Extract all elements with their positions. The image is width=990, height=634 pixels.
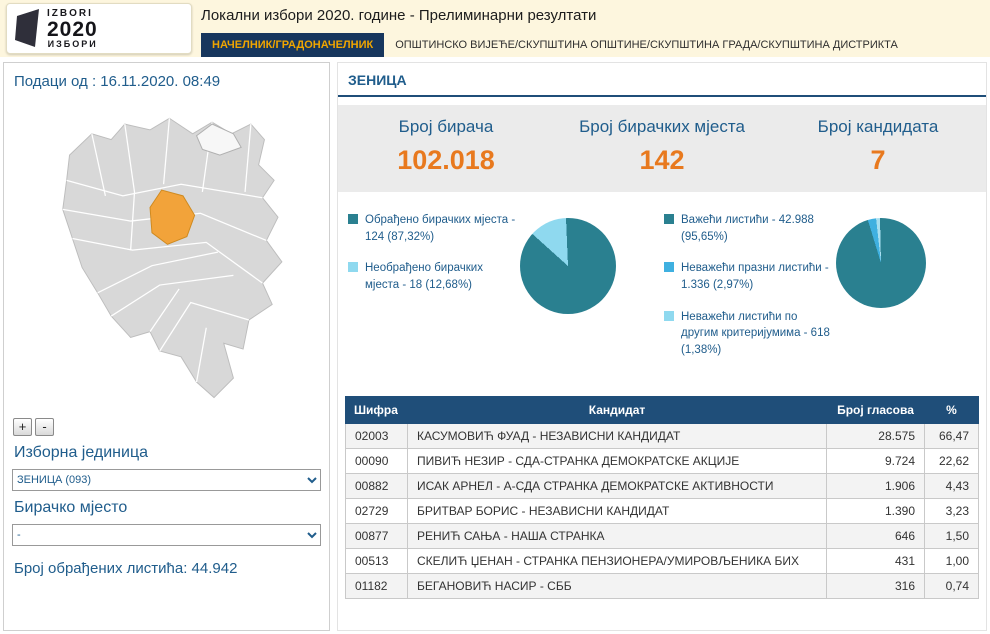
legend-item: Необрађено бирачких мјеста - 18 (12,68%) (348, 260, 520, 293)
ballots-processed-label: Број обрађених листића: 44.942 (14, 560, 321, 577)
table-row: 01182 БЕГАНОВИЋ НАСИР - СББ 316 0,74 (346, 573, 979, 598)
header-percent: % (925, 396, 979, 423)
legend-text: Неважећи листићи по другим критеријумима… (681, 309, 836, 359)
country-outline (63, 118, 282, 397)
header-votes: Број гласова (827, 396, 925, 423)
results-panel: ЗЕНИЦА Број бирача 102.018 Број бирачких… (337, 62, 987, 631)
electoral-unit-select[interactable]: ЗЕНИЦА (093) (12, 469, 321, 491)
table-row: 00513 СКЕЛИЋ ЏЕНАН - СТРАНКА ПЕНЗИОНЕРА/… (346, 548, 979, 573)
legend-text: Важећи листићи - 42.988 (95,65%) (681, 212, 836, 245)
content: Подаци од : 16.11.2020. 08:49 (0, 57, 990, 634)
legend-item: Обрађено бирачких мјеста - 124 (87,32%) (348, 212, 520, 245)
cell-votes: 646 (827, 523, 925, 548)
cell-code: 00513 (346, 548, 408, 573)
zoom-out-button[interactable]: - (35, 418, 54, 436)
table-row: 00882 ИСАК АРНЕЛ - А-СДА СТРАНКА ДЕМОКРА… (346, 473, 979, 498)
legend-item: Неважећи празни листићи - 1.336 (2,97%) (664, 260, 836, 293)
ballots-pie-chart (836, 218, 926, 308)
table-header-row: Шифра Кандидат Број гласова % (346, 396, 979, 423)
ballots-chart: Важећи листићи - 42.988 (95,65%) Неважећ… (664, 212, 980, 374)
stat-voters-value: 102.018 (338, 145, 554, 176)
stats-bar: Број бирача 102.018 Број бирачких мјеста… (338, 105, 986, 192)
page-title: Локални избори 2020. године - Прелиминар… (201, 7, 596, 24)
cell-candidate: ПИВИЋ НЕЗИР - СДА-СТРАНКА ДЕМОКРАТСКЕ АК… (408, 448, 827, 473)
cell-percent: 4,43 (925, 473, 979, 498)
logo-flag-icon (15, 9, 41, 49)
cell-candidate: РЕНИЋ САЊА - НАША СТРАНКА (408, 523, 827, 548)
cell-votes: 316 (827, 573, 925, 598)
cell-votes: 1.390 (827, 498, 925, 523)
data-as-of-label: Подаци од : 16.11.2020. 08:49 (14, 73, 321, 90)
cell-votes: 1.906 (827, 473, 925, 498)
ballots-legend: Важећи листићи - 42.988 (95,65%) Неважећ… (664, 212, 836, 374)
stat-polling-stations: Број бирачких мјеста 142 (554, 105, 770, 192)
legend-swatch-invalid-other (664, 311, 674, 321)
municipality-title: ЗЕНИЦА (338, 63, 986, 97)
legend-swatch-invalid-blank (664, 262, 674, 272)
cell-code: 00090 (346, 448, 408, 473)
header: IZBORI 2020 ИЗБОРИ Локални избори 2020. … (0, 0, 990, 57)
izbori-2020-logo[interactable]: IZBORI 2020 ИЗБОРИ (6, 3, 192, 54)
charts-row: Обрађено бирачких мјеста - 124 (87,32%) … (338, 192, 986, 380)
tab-opstinsko-vijece[interactable]: ОПШТИНСКО ВИЈЕЋЕ/СКУПШТИНА ОПШТИНЕ/СКУПШ… (384, 33, 909, 57)
table-row: 00877 РЕНИЋ САЊА - НАША СТРАНКА 646 1,50 (346, 523, 979, 548)
polling-stations-legend: Обрађено бирачких мјеста - 124 (87,32%) … (348, 212, 520, 309)
stat-candidates-value: 7 (770, 145, 986, 176)
polling-station-label: Бирачко мјесто (14, 499, 321, 517)
table-row: 02729 БРИТВАР БОРИС - НЕЗАВИСНИ КАНДИДАТ… (346, 498, 979, 523)
zoom-in-button[interactable]: + (13, 418, 32, 436)
header-candidate: Кандидат (408, 396, 827, 423)
sidebar: Подаци од : 16.11.2020. 08:49 (3, 62, 330, 631)
cell-code: 00882 (346, 473, 408, 498)
legend-text: Необрађено бирачких мјеста - 18 (12,68%) (365, 260, 520, 293)
cell-percent: 66,47 (925, 423, 979, 448)
table-row: 00090 ПИВИЋ НЕЗИР - СДА-СТРАНКА ДЕМОКРАТ… (346, 448, 979, 473)
tab-bar: НАЧЕЛНИК/ГРАДОНАЧЕЛНИК ОПШТИНСКО ВИЈЕЋЕ/… (201, 33, 909, 57)
stat-candidates-label: Број кандидата (770, 117, 986, 137)
polling-stations-pie-chart (520, 218, 616, 314)
cell-candidate: ИСАК АРНЕЛ - А-СДА СТРАНКА ДЕМОКРАТСКЕ А… (408, 473, 827, 498)
cell-percent: 3,23 (925, 498, 979, 523)
cell-candidate: СКЕЛИЋ ЏЕНАН - СТРАНКА ПЕНЗИОНЕРА/УМИРОВ… (408, 548, 827, 573)
stat-voters-label: Број бирача (338, 117, 554, 137)
stat-polling-stations-label: Број бирачких мјеста (554, 117, 770, 137)
cell-code: 02003 (346, 423, 408, 448)
stat-candidates: Број кандидата 7 (770, 105, 986, 192)
legend-item: Важећи листићи - 42.988 (95,65%) (664, 212, 836, 245)
cell-percent: 1,50 (925, 523, 979, 548)
tab-nacelnik-gradonacelnik[interactable]: НАЧЕЛНИК/ГРАДОНАЧЕЛНИК (201, 33, 384, 57)
polling-stations-chart: Обрађено бирачких мјеста - 124 (87,32%) … (348, 212, 664, 374)
cell-percent: 0,74 (925, 573, 979, 598)
cell-votes: 28.575 (827, 423, 925, 448)
cell-percent: 1,00 (925, 548, 979, 573)
legend-text: Неважећи празни листићи - 1.336 (2,97%) (681, 260, 836, 293)
legend-item: Неважећи листићи по другим критеријумима… (664, 309, 836, 359)
cell-code: 02729 (346, 498, 408, 523)
cell-votes: 431 (827, 548, 925, 573)
legend-swatch-valid (664, 214, 674, 224)
candidates-results-table: Шифра Кандидат Број гласова % 02003 КАСУ… (345, 396, 979, 599)
legend-swatch-unprocessed (348, 262, 358, 272)
cell-candidate: БРИТВАР БОРИС - НЕЗАВИСНИ КАНДИДАТ (408, 498, 827, 523)
map-zoom-controls: + - (13, 418, 321, 436)
electoral-unit-label: Изборна јединица (14, 444, 321, 462)
cell-code: 00877 (346, 523, 408, 548)
table-row: 02003 КАСУМОВИЋ ФУАД - НЕЗАВИСНИ КАНДИДА… (346, 423, 979, 448)
legend-swatch-processed (348, 214, 358, 224)
stat-voters: Број бирача 102.018 (338, 105, 554, 192)
legend-text: Обрађено бирачких мјеста - 124 (87,32%) (365, 212, 520, 245)
bosnia-map[interactable] (12, 95, 321, 415)
cell-code: 01182 (346, 573, 408, 598)
cell-votes: 9.724 (827, 448, 925, 473)
polling-station-select[interactable]: - (12, 524, 321, 546)
cell-candidate: КАСУМОВИЋ ФУАД - НЕЗАВИСНИ КАНДИДАТ (408, 423, 827, 448)
header-code: Шифра (346, 396, 408, 423)
logo-text: IZBORI 2020 ИЗБОРИ (47, 9, 98, 49)
bosnia-map-svg[interactable] (12, 95, 321, 415)
cell-candidate: БЕГАНОВИЋ НАСИР - СББ (408, 573, 827, 598)
cell-percent: 22,62 (925, 448, 979, 473)
stat-polling-stations-value: 142 (554, 145, 770, 176)
